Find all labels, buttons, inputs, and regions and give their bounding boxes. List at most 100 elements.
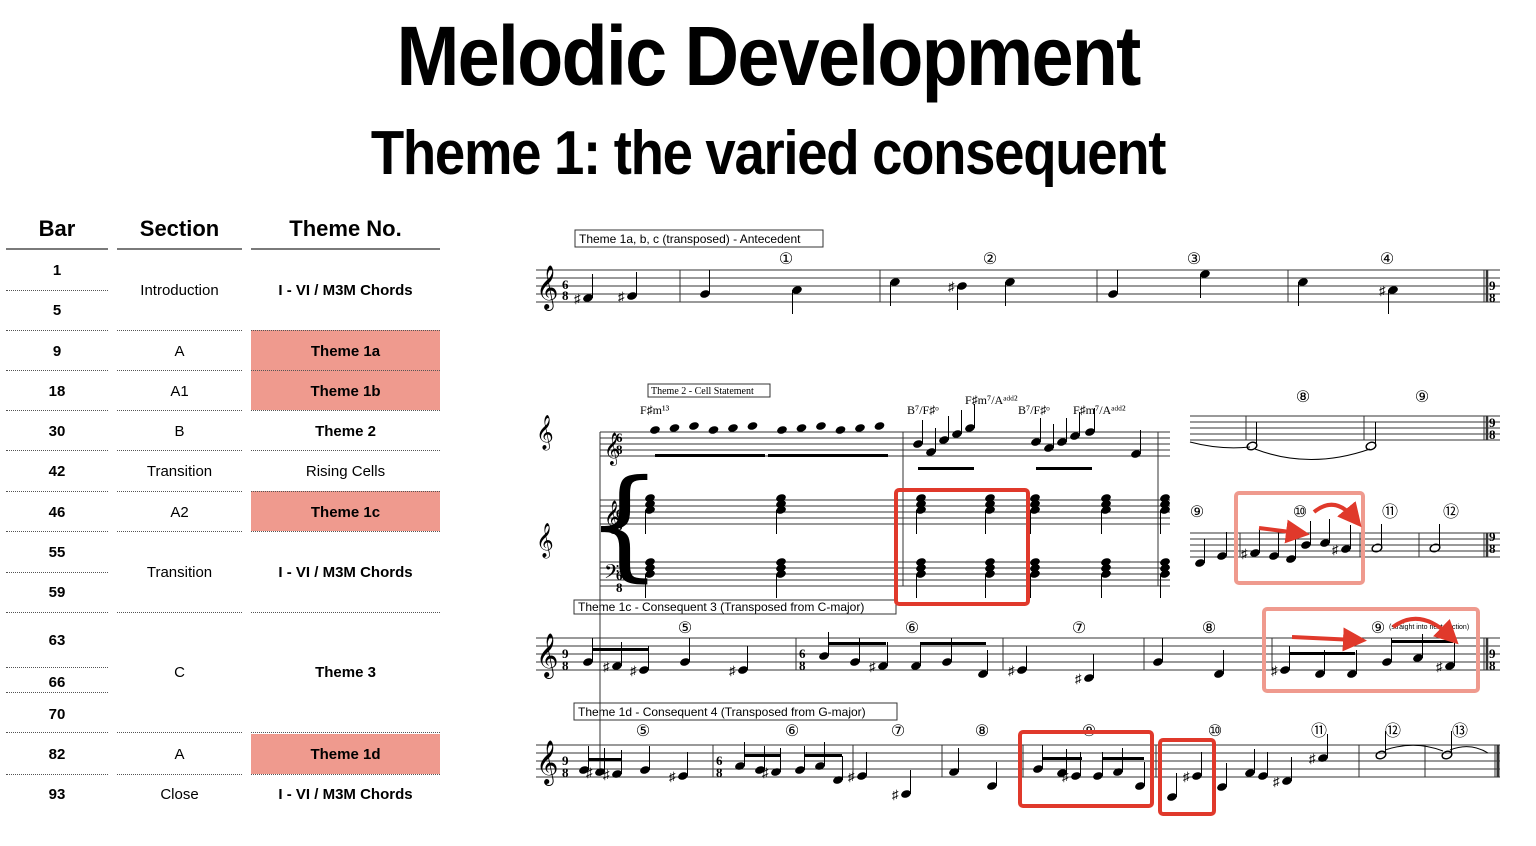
- staff-lines: [536, 269, 1500, 778]
- measure-number: ⑬: [1452, 722, 1468, 740]
- measure-number: ⑧: [1202, 620, 1216, 637]
- sharp-icon: ♯: [1309, 751, 1316, 766]
- clef-icon: 𝄞: [536, 523, 554, 559]
- sharp-icon: ♯: [603, 659, 610, 674]
- note-head: [650, 426, 660, 434]
- measure-number: ⑨: [1371, 620, 1385, 637]
- sharp-icon: ♯: [948, 279, 955, 294]
- sharp-icon: ♯: [1062, 769, 1069, 784]
- measure-number: ⑦: [891, 723, 905, 740]
- beam: [1102, 757, 1144, 760]
- chord-symbol: F♯m⁷/Aᵃᵈᵈ²: [965, 393, 1018, 407]
- theme2-label: Theme 2 - Cell Statement: [651, 386, 754, 397]
- sharp-icon: ♯: [1436, 659, 1443, 674]
- chord-symbol: F♯m⁷/Aᵃᵈᵈ²: [1073, 403, 1126, 417]
- measure-number: ⑪: [1311, 722, 1327, 740]
- sharp-icon: ♯: [603, 767, 610, 782]
- measure-number: ⑫: [1385, 722, 1401, 740]
- time-sig-bottom: 8: [562, 765, 569, 780]
- beam: [828, 642, 886, 645]
- sharp-icon: ♯: [1008, 663, 1015, 678]
- sharp-icon: ♯: [1271, 663, 1278, 678]
- notes: 𝄞 ♯ ♯♯ ♯𝄞𝄞 {𝄞𝄞𝄢♯ ♯𝄞 ♯ ♯ ♯ ♯ ♯♯♯ ♯𝄞 ♯ ♯ ♯ ♯ ♯♯♯ ♯ ♯♯: [536, 265, 1489, 802]
- clef-icon: 𝄞: [536, 740, 558, 786]
- note-head: [708, 426, 719, 434]
- time-sig-bottom: 8: [616, 580, 623, 595]
- measure-number: ⑩: [1293, 504, 1307, 521]
- sharp-icon: ♯: [586, 765, 593, 780]
- time-sig-bottom: 8: [1489, 290, 1496, 305]
- measure-number: ⑫: [1443, 503, 1459, 521]
- beam: [592, 648, 648, 651]
- consequent4-label: Theme 1d - Consequent 4 (Transposed from…: [578, 705, 866, 719]
- measure-number: ⑥: [905, 620, 919, 637]
- beam: [1391, 640, 1453, 643]
- measure-number: ⑨: [1190, 504, 1204, 521]
- beam: [1042, 757, 1082, 760]
- sharp-icon: ♯: [892, 787, 899, 802]
- time-sig-bottom: 8: [616, 442, 623, 457]
- sharp-icon: ♯: [1075, 671, 1082, 686]
- consequent3-label: Theme 1c - Consequent 3 (Transposed from…: [578, 600, 864, 614]
- note-head: [747, 422, 758, 430]
- chord-symbol: B⁷/F♯ᵒ: [1018, 403, 1050, 417]
- measure-number: ⑪: [1382, 503, 1398, 521]
- sharp-icon: ♯: [1273, 774, 1280, 789]
- measure-number: ②: [983, 251, 997, 268]
- clef-icon: 𝄞: [536, 415, 554, 451]
- sharp-icon: ♯: [1183, 769, 1190, 784]
- beam: [1036, 467, 1092, 470]
- clef-icon: 𝄞: [536, 265, 558, 311]
- chord-symbol: B⁷/F♯ᵒ: [907, 403, 939, 417]
- arrow-icon: [1291, 627, 1367, 652]
- beam: [655, 454, 765, 457]
- measure-number: ⑧: [975, 723, 989, 740]
- measure-number: ⑦: [1072, 620, 1086, 637]
- time-sig-bottom: 8: [562, 288, 569, 303]
- beam: [804, 754, 842, 757]
- beam: [768, 454, 888, 457]
- measure-number: ⑤: [678, 620, 692, 637]
- beam: [588, 758, 622, 761]
- sharp-icon: ♯: [630, 663, 637, 678]
- beam: [920, 642, 986, 645]
- consequent3-note: (straight into next section): [1389, 624, 1469, 631]
- sharp-icon: ♯: [848, 769, 855, 784]
- measure-number: ⑤: [636, 723, 650, 740]
- sharp-icon: ♯: [869, 659, 876, 674]
- measure-number: ⑨: [1415, 389, 1429, 406]
- beam: [1289, 652, 1355, 655]
- sharp-icon: ♯: [1379, 283, 1386, 298]
- antecedent-label: Theme 1a, b, c (transposed) - Antecedent: [579, 232, 801, 246]
- sharp-icon: ♯: [1332, 542, 1339, 557]
- time-sig-bottom: 8: [716, 765, 723, 780]
- measure-number: ⑩: [1208, 723, 1222, 740]
- measure-number: ⑧: [1296, 389, 1310, 406]
- note-head: [777, 426, 787, 434]
- chord-symbol: F♯m¹³: [640, 403, 670, 417]
- time-sig-bottom: 8: [616, 518, 623, 533]
- arrow-icon: [1258, 519, 1310, 544]
- note-head: [874, 422, 885, 430]
- time-sig-bottom: 8: [1489, 658, 1496, 673]
- time-sig-bottom: 8: [799, 658, 806, 673]
- clef-icon: 𝄞: [536, 633, 558, 679]
- curved-arrow-icon: [1312, 501, 1362, 528]
- sharp-icon: ♯: [729, 663, 736, 678]
- sharp-icon: ♯: [618, 289, 625, 304]
- beam: [918, 467, 974, 470]
- note-head: [689, 422, 699, 430]
- tie: [1189, 441, 1251, 449]
- sharp-icon: ♯: [574, 291, 581, 306]
- annotation-box: [894, 488, 1030, 606]
- note-head: [835, 426, 846, 434]
- tie: [1254, 448, 1371, 460]
- tie: [1449, 746, 1489, 754]
- music-score: 𝄞 ♯ ♯♯ ♯𝄞𝄞 {𝄞𝄞𝄢♯ ♯𝄞 ♯ ♯ ♯ ♯ ♯♯♯ ♯𝄞 ♯ ♯ ♯ ♯ ♯♯♯ ♯ ♯♯ Theme …: [536, 229, 1500, 816]
- time-sig-bottom: 8: [1489, 427, 1496, 442]
- beam: [744, 754, 780, 757]
- time-sig-bottom: 8: [562, 658, 569, 673]
- measure-number: ①: [779, 251, 793, 268]
- sharp-icon: ♯: [1241, 546, 1248, 561]
- sharp-icon: ♯: [669, 769, 676, 784]
